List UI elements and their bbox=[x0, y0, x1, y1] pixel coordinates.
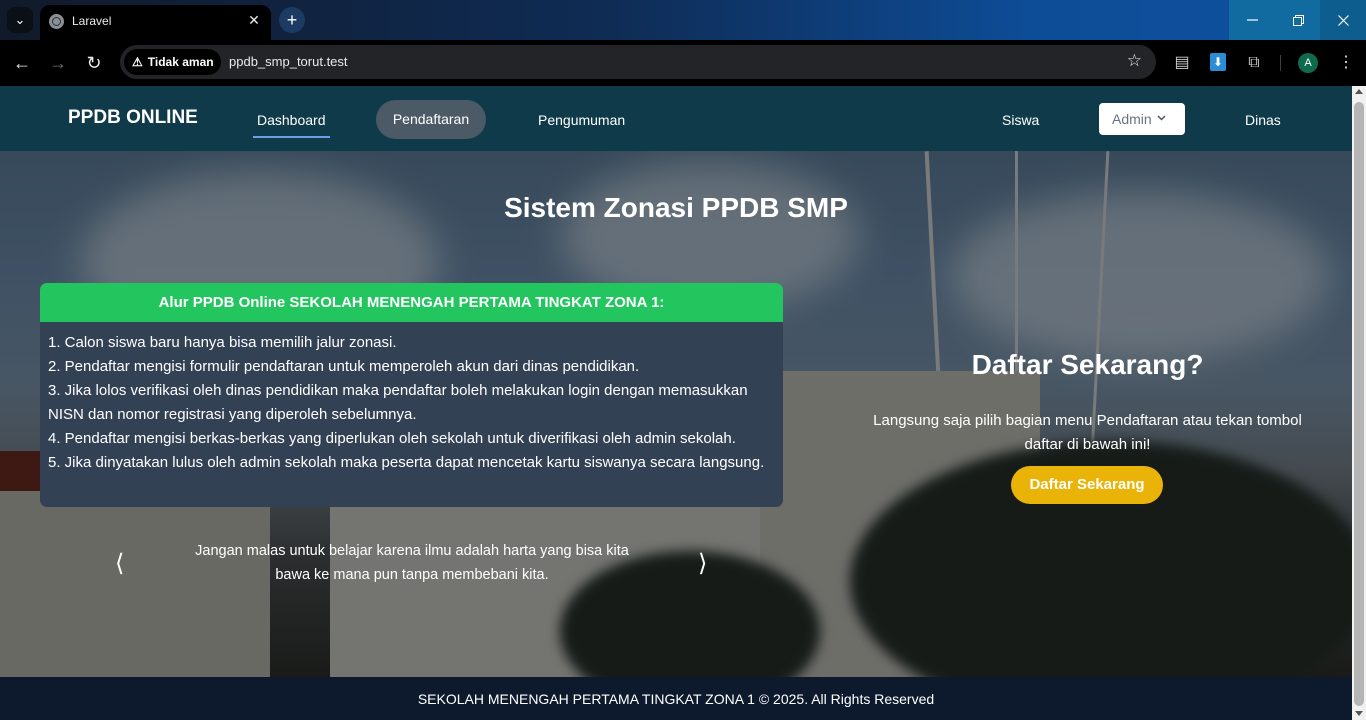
alur-step: 1. Calon siswa baru hanya bisa memilih j… bbox=[48, 334, 397, 351]
download-icon[interactable]: ⬇ bbox=[1210, 53, 1226, 71]
document-icon[interactable]: ▤ bbox=[1172, 52, 1192, 74]
nav-admin-dropdown[interactable]: Admin bbox=[1099, 103, 1185, 135]
window-close-button[interactable] bbox=[1320, 0, 1366, 40]
security-label: Tidak aman bbox=[147, 55, 214, 69]
cta-description: Langsung saja pilih bagian menu Pendafta… bbox=[873, 412, 1302, 453]
alur-steps-list: 1. Calon siswa baru hanya bisa memilih j… bbox=[40, 322, 783, 484]
alur-card: Alur PPDB Online SEKOLAH MENENGAH PERTAM… bbox=[40, 283, 783, 507]
brand-logo[interactable]: PPDB ONLINE bbox=[68, 107, 198, 129]
nav-siswa[interactable]: Siswa bbox=[1002, 112, 1039, 128]
scrollbar-thumb[interactable] bbox=[1354, 102, 1364, 706]
nav-pengumuman[interactable]: Pengumuman bbox=[538, 112, 625, 128]
profile-avatar[interactable]: A bbox=[1298, 53, 1318, 73]
forward-icon[interactable]: → bbox=[47, 52, 69, 74]
cta-title: Daftar Sekarang? bbox=[971, 349, 1204, 380]
carousel-prev-button[interactable]: ⟨ bbox=[115, 549, 124, 578]
minimize-icon bbox=[1246, 19, 1258, 21]
browser-tab-bar: ⌄ Laravel ✕ + bbox=[0, 0, 1366, 40]
restore-icon bbox=[1292, 14, 1304, 26]
alur-step: 3. Jika lolos verifikasi oleh dinas pend… bbox=[48, 382, 748, 423]
scroll-down-arrow-icon[interactable] bbox=[1355, 711, 1363, 716]
nav-pendaftaran[interactable]: Pendaftaran bbox=[376, 100, 486, 139]
hero-section: Sistem Zonasi PPDB SMP Alur PPDB Online … bbox=[0, 151, 1352, 677]
plus-icon[interactable]: + bbox=[279, 7, 305, 33]
carousel-next-button[interactable]: ⟩ bbox=[698, 549, 707, 578]
url-text[interactable]: ppdb_smp_torut.test bbox=[229, 54, 348, 69]
back-icon[interactable]: ← bbox=[11, 52, 33, 74]
alur-step: 4. Pendaftar mengisi berkas-berkas yang … bbox=[48, 430, 736, 447]
daftar-sekarang-button[interactable]: Daftar Sekarang bbox=[1011, 466, 1163, 504]
toolbar-divider bbox=[1280, 55, 1281, 71]
browser-tab[interactable]: Laravel ✕ bbox=[40, 5, 271, 40]
star-icon[interactable]: ☆ bbox=[1127, 51, 1142, 71]
nav-dashboard[interactable]: Dashboard bbox=[253, 110, 330, 138]
alur-card-heading: Alur PPDB Online SEKOLAH MENENGAH PERTAM… bbox=[40, 283, 783, 322]
admin-label: Admin bbox=[1112, 111, 1152, 127]
site-footer: SEKOLAH MENENGAH PERTAMA TINGKAT ZONA 1 … bbox=[0, 677, 1352, 720]
page-scrollbar[interactable] bbox=[1352, 86, 1366, 720]
close-icon[interactable]: ✕ bbox=[245, 11, 263, 29]
security-chip[interactable]: ⚠ Tidak aman bbox=[124, 49, 221, 75]
alur-step: 5. Jika dinyatakan lulus oleh admin seko… bbox=[48, 454, 765, 471]
alur-step: 2. Pendaftar mengisi formulir pendaftara… bbox=[48, 358, 640, 375]
hero-title: Sistem Zonasi PPDB SMP bbox=[504, 192, 848, 223]
carousel-quote: Jangan malas untuk belajar karena ilmu a… bbox=[195, 543, 629, 583]
nav-dinas[interactable]: Dinas bbox=[1245, 112, 1281, 128]
address-bar[interactable]: ⚠ Tidak aman ppdb_smp_torut.test ☆ bbox=[120, 45, 1156, 79]
close-icon bbox=[1337, 14, 1349, 26]
kebab-menu-icon[interactable]: ⋮ bbox=[1336, 52, 1356, 74]
tab-search-icon[interactable]: ⌄ bbox=[7, 7, 33, 33]
web-page: PPDB ONLINE Dashboard Pendaftaran Pengum… bbox=[0, 86, 1352, 720]
minimize-button[interactable] bbox=[1229, 0, 1275, 40]
restore-button[interactable] bbox=[1275, 0, 1321, 40]
warning-icon: ⚠ bbox=[132, 55, 143, 69]
chevron-down-icon bbox=[1157, 103, 1166, 135]
browser-toolbar: ← → ↻ ⚠ Tidak aman ppdb_smp_torut.test ☆… bbox=[0, 40, 1366, 86]
site-navbar: PPDB ONLINE Dashboard Pendaftaran Pengum… bbox=[0, 86, 1352, 151]
globe-icon bbox=[49, 14, 64, 29]
extensions-icon[interactable]: ⧉ bbox=[1244, 52, 1264, 74]
reload-icon[interactable]: ↻ bbox=[83, 52, 105, 74]
scroll-up-arrow-icon[interactable] bbox=[1355, 89, 1363, 94]
tab-title: Laravel bbox=[72, 14, 112, 28]
